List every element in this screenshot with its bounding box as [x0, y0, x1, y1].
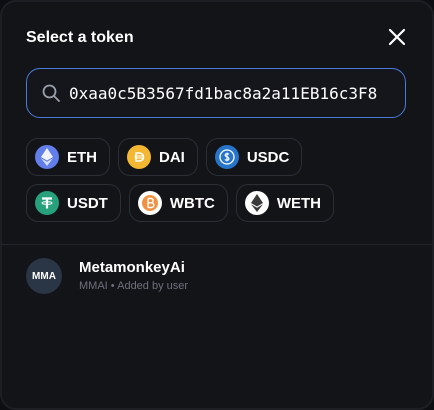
usdc-icon: [214, 145, 239, 169]
close-icon: [388, 28, 406, 46]
token-chip-label: USDT: [67, 194, 108, 212]
common-tokens: ETH DAI USDC USDT WBTC WETH: [26, 138, 416, 230]
token-chip-label: ETH: [67, 148, 97, 166]
search-input[interactable]: [69, 69, 399, 117]
token-name: MetamonkeyAi: [79, 259, 185, 276]
token-chip-dai[interactable]: DAI: [118, 138, 198, 176]
modal-header: Select a token: [26, 26, 408, 52]
token-chip-label: WBTC: [169, 194, 215, 212]
token-meta-separator: •: [110, 280, 115, 292]
token-added-note: Added by user: [117, 280, 189, 292]
wbtc-icon: [137, 191, 162, 215]
token-meta: MMAI • Added by user: [79, 280, 188, 292]
token-chip-label: DAI: [159, 148, 185, 166]
token-chip-eth[interactable]: ETH: [26, 138, 110, 176]
usdt-icon: [35, 191, 59, 215]
token-chip-label: USDC: [246, 148, 290, 166]
token-list-item[interactable]: MMA MetamonkeyAi MMAI • Added by user: [2, 250, 432, 300]
common-tokens-row: USDT WBTC WETH: [26, 184, 416, 222]
token-selector-modal: Select a token ETH: [0, 0, 434, 410]
token-avatar: MMA: [26, 258, 62, 294]
eth-icon: [35, 145, 59, 169]
token-chip-weth[interactable]: WETH: [235, 184, 335, 222]
close-button[interactable]: [386, 26, 408, 48]
modal-title: Select a token: [26, 29, 134, 46]
token-symbol: MMAI: [79, 280, 108, 292]
search-icon: [42, 84, 60, 102]
token-chip-label: WETH: [276, 194, 322, 212]
token-chip-usdt[interactable]: USDT: [26, 184, 121, 222]
search-box[interactable]: [26, 68, 406, 118]
divider: [2, 244, 432, 245]
token-chip-usdc[interactable]: USDC: [205, 138, 303, 176]
token-chip-wbtc[interactable]: WBTC: [128, 184, 228, 222]
weth-icon: [244, 191, 269, 215]
dai-icon: [127, 145, 151, 169]
common-tokens-row: ETH DAI USDC: [26, 138, 416, 176]
